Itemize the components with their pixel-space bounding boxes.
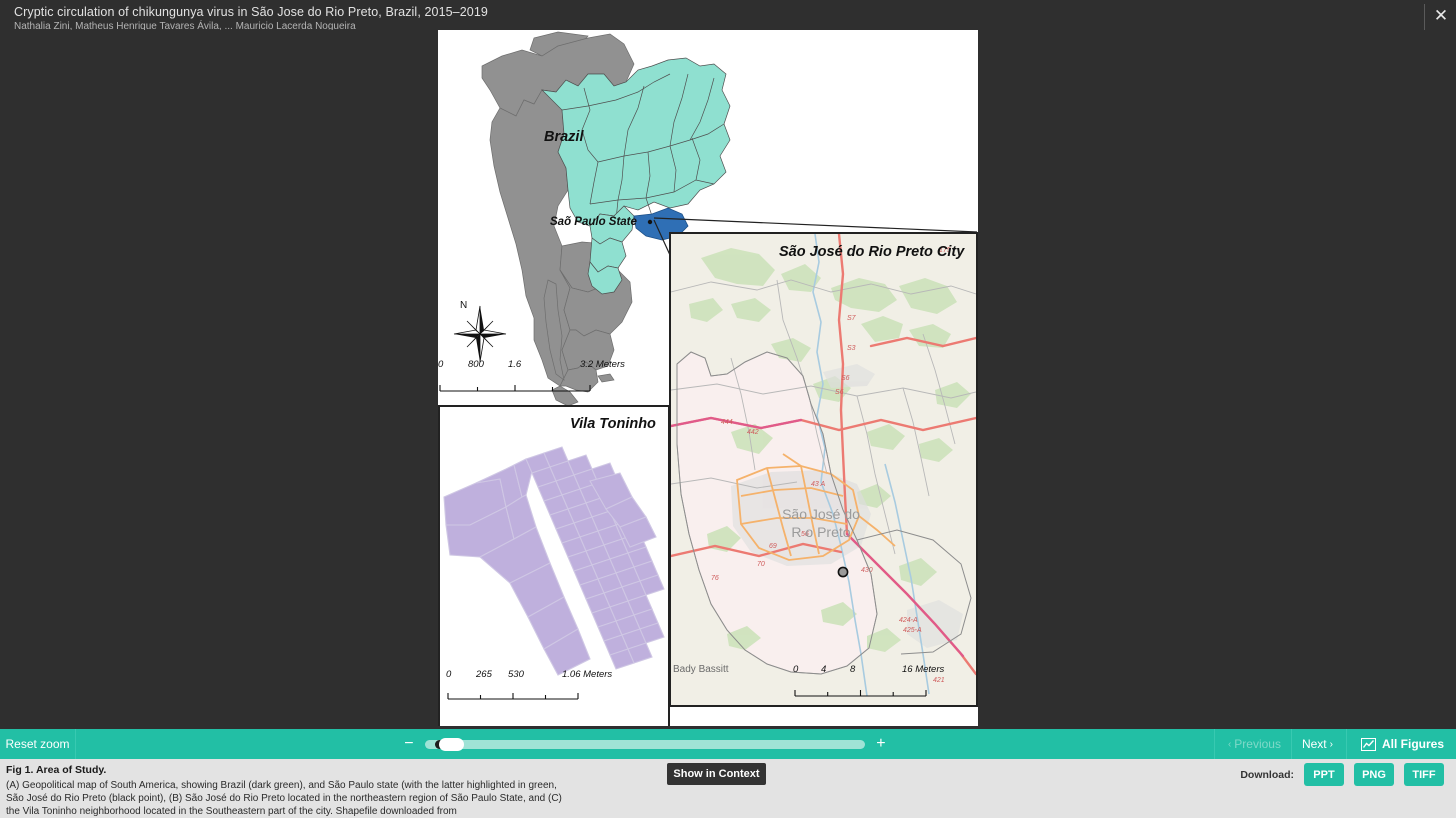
figure-image[interactable]: Brazil Saõ Paulo State N [438, 30, 978, 726]
figure-viewer-app: Cryptic circulation of chikungunya virus… [0, 0, 1456, 818]
sjrp-point [648, 220, 652, 224]
svg-text:424-A: 424-A [899, 617, 918, 624]
close-icon[interactable]: ✕ [1430, 4, 1452, 26]
svg-text:S6: S6 [835, 389, 844, 396]
svg-text:70: 70 [757, 561, 765, 568]
label-brazil: Brazil [544, 129, 584, 145]
label-sao-paulo-state: Saõ Paulo State [550, 216, 637, 228]
svg-text:425-A: 425-A [903, 627, 922, 634]
download-tiff-button[interactable]: TIFF [1404, 763, 1444, 786]
scale-c-tick-0: 0 [446, 669, 451, 680]
figure-caption-title: Fig 1. Area of Study. [6, 764, 106, 776]
scale-a-tick-0: 0 [438, 359, 443, 370]
scale-bar-panel-a [438, 371, 598, 399]
scale-b-tick-1: 4 [821, 664, 826, 675]
zoom-in-button[interactable]: + [873, 736, 889, 752]
scale-a-tick-3: 3.2 Meters [580, 359, 625, 370]
figure-caption-body: (A) Geopolitical map of South America, s… [6, 779, 572, 818]
scale-a-tick-1: 800 [468, 359, 484, 370]
chevron-left-icon: ‹ [1228, 739, 1231, 750]
svg-text:S3: S3 [847, 345, 856, 352]
scale-b-tick-2: 8 [850, 664, 855, 675]
scale-c-tick-2: 530 [508, 669, 524, 680]
figure-nav-group: ‹ Previous Next › All Figures [1214, 729, 1456, 759]
zoom-slider[interactable] [425, 740, 865, 749]
figure-stage[interactable]: Brazil Saõ Paulo State N [0, 30, 1456, 726]
show-in-context-button[interactable]: Show in Context [667, 763, 766, 785]
svg-text:442: 442 [747, 429, 759, 436]
previous-label: Previous [1234, 737, 1281, 751]
scale-bar-panel-c: 0 265 530 1.06 Meters [446, 669, 616, 707]
scale-a-tick-2: 1.6 [508, 359, 521, 370]
next-figure-button[interactable]: Next › [1291, 729, 1346, 759]
scale-bar-panel-b: 0 4 8 16 Meters [793, 664, 938, 704]
previous-figure-button[interactable]: ‹ Previous [1214, 729, 1291, 759]
svg-text:S7: S7 [847, 315, 857, 322]
label-sao-jose-city: São José do Rio Preto City [779, 244, 964, 260]
next-label: Next [1302, 737, 1327, 751]
download-label: Download: [1240, 769, 1294, 781]
zoom-slider-track[interactable] [425, 740, 865, 749]
scale-b-tick-3: 16 Meters [902, 664, 944, 675]
zoom-out-button[interactable]: − [401, 736, 417, 752]
zoom-controls: − + [401, 736, 889, 752]
svg-text:76: 76 [711, 575, 719, 582]
osm-city-basemap: 175 444 442 43 A 56 69 70 76 430 424-A 4… [671, 234, 976, 705]
scale-b-ruler [793, 687, 938, 699]
panel-b-city-map[interactable]: 175 444 442 43 A 56 69 70 76 430 424-A 4… [669, 232, 978, 707]
download-ppt-button[interactable]: PPT [1304, 763, 1344, 786]
svg-text:444: 444 [721, 419, 733, 426]
svg-text:43 A: 43 A [811, 481, 825, 488]
all-figures-label: All Figures [1382, 737, 1444, 751]
caption-text: (A) Geopolitical map of South America, s… [6, 780, 562, 818]
all-figures-button[interactable]: All Figures [1346, 729, 1456, 759]
chevron-right-icon: › [1330, 739, 1333, 750]
reset-zoom-button[interactable]: Reset zoom [0, 729, 76, 759]
compass-rose-icon [452, 298, 508, 368]
download-area: Download: PPT PNG TIFF [1240, 763, 1444, 786]
vila-toninho-blocks [440, 421, 668, 691]
scale-c-tick-1: 265 [476, 669, 492, 680]
download-png-button[interactable]: PNG [1354, 763, 1394, 786]
svg-text:69: 69 [769, 543, 777, 550]
zoom-slider-thumb[interactable] [439, 738, 464, 751]
scale-c-ruler [446, 690, 616, 702]
figure-toolbar: Reset zoom − + ‹ Previous Next › [0, 729, 1456, 759]
label-city-line-2: R o Preto [791, 524, 850, 540]
svg-text:S6: S6 [841, 375, 850, 382]
label-bady-bassitt: Bady Bassitt [673, 664, 729, 675]
article-title: Cryptic circulation of chikungunya virus… [14, 5, 488, 19]
label-city-line-1: São José do [782, 506, 860, 522]
scale-c-tick-3: 1.06 Meters [562, 669, 612, 680]
scale-b-tick-0: 0 [793, 664, 798, 675]
label-city-name-basemap: São José do R o Preto [756, 506, 886, 541]
panel-c-vila-toninho[interactable]: Vila Toninho [438, 405, 670, 726]
chart-icon [1361, 738, 1376, 751]
